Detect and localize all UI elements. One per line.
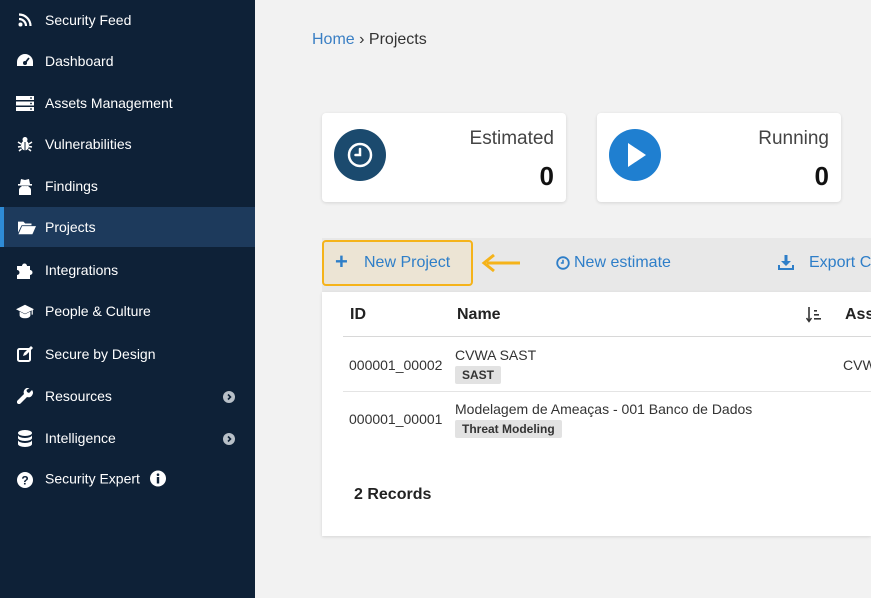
running-card[interactable]: Running 0 (597, 113, 841, 202)
clock-icon (334, 129, 386, 181)
column-header-name[interactable]: Name (457, 306, 501, 324)
row-id[interactable]: 000001_00002 (349, 357, 442, 373)
records-count: 2 Records (354, 486, 432, 503)
new-estimate-button[interactable]: New estimate (556, 254, 671, 272)
user-secret-icon (16, 177, 34, 195)
estimated-card[interactable]: Estimated 0 (322, 113, 566, 202)
sidebar-item-intelligence[interactable]: Intelligence (0, 418, 255, 458)
wrench-icon (16, 387, 34, 405)
sidebar-item-label: Assets Management (45, 95, 173, 111)
sidebar-item-label: Secure by Design (45, 346, 156, 362)
breadcrumb-current: Projects (368, 31, 427, 48)
bug-icon (16, 135, 34, 153)
sidebar-item-label: Security Expert (45, 470, 166, 490)
sort-icon[interactable] (805, 306, 822, 328)
breadcrumb: Home › Projects (312, 31, 427, 49)
export-button[interactable]: Export C (778, 254, 871, 272)
sidebar-item-label: Dashboard (45, 53, 114, 69)
rss-icon (16, 11, 34, 29)
sidebar-item-integrations[interactable]: Integrations (0, 250, 255, 290)
play-icon (609, 129, 661, 181)
breadcrumb-separator: › (359, 31, 365, 48)
divider (343, 336, 871, 337)
sidebar-item-resources[interactable]: Resources (0, 376, 255, 416)
sidebar-item-label: Intelligence (45, 430, 116, 446)
project-type-badge: SAST (455, 366, 502, 384)
sidebar-item-label: Projects (45, 219, 96, 235)
graduation-cap-icon (16, 302, 34, 320)
edit-icon (16, 345, 34, 363)
sidebar-item-people-culture[interactable]: People & Culture (0, 291, 255, 331)
card-title: Running (758, 128, 829, 149)
sidebar-item-label: Resources (45, 388, 112, 404)
sidebar-item-label: Vulnerabilities (45, 136, 132, 152)
sidebar: Security Feed Dashboard Assets Managemen… (0, 0, 255, 598)
column-header-assets[interactable]: Ass (845, 306, 871, 324)
new-project-button[interactable]: + New Project (322, 240, 473, 286)
arrow-left-icon (481, 253, 521, 278)
row-asset[interactable]: CVW (843, 357, 871, 373)
sidebar-item-security-feed[interactable]: Security Feed (0, 0, 255, 40)
row-name[interactable]: CVWA SAST (455, 347, 536, 363)
folder-open-icon (18, 218, 36, 236)
sidebar-item-security-expert[interactable]: ? Security Expert (0, 460, 255, 500)
chevron-right-icon[interactable] (223, 432, 235, 445)
plus-icon: + (335, 249, 348, 274)
column-header-id[interactable]: ID (350, 306, 366, 324)
sidebar-item-label: Integrations (45, 262, 119, 278)
chevron-right-icon[interactable] (223, 390, 235, 403)
divider (343, 391, 871, 392)
project-type-badge: Threat Modeling (455, 420, 562, 438)
sidebar-item-label: People & Culture (45, 303, 151, 319)
sidebar-item-label-text: Security Expert (45, 470, 140, 487)
sidebar-item-label: Security Feed (45, 12, 132, 28)
breadcrumb-home-link[interactable]: Home (312, 31, 355, 48)
download-icon (778, 255, 794, 271)
dashboard-icon (16, 52, 34, 70)
sidebar-item-assets-management[interactable]: Assets Management (0, 83, 255, 123)
sidebar-item-dashboard[interactable]: Dashboard (0, 41, 255, 81)
server-icon (16, 94, 34, 112)
puzzle-icon (16, 261, 34, 279)
sidebar-item-vulnerabilities[interactable]: Vulnerabilities (0, 124, 255, 164)
row-name[interactable]: Modelagem de Ameaças - 001 Banco de Dado… (455, 401, 752, 417)
card-title: Estimated (469, 128, 554, 149)
database-icon (16, 429, 34, 447)
info-circle-icon[interactable] (149, 470, 166, 490)
svg-text:?: ? (21, 474, 28, 488)
sidebar-item-secure-by-design[interactable]: Secure by Design (0, 334, 255, 374)
card-value: 0 (539, 161, 554, 191)
sidebar-item-label: Findings (45, 178, 98, 194)
sidebar-item-findings[interactable]: Findings (0, 166, 255, 206)
question-circle-icon: ? (16, 471, 34, 489)
clock-icon (556, 256, 570, 270)
card-value: 0 (814, 161, 829, 191)
sidebar-item-projects[interactable]: Projects (0, 207, 255, 247)
row-id[interactable]: 000001_00001 (349, 411, 442, 427)
